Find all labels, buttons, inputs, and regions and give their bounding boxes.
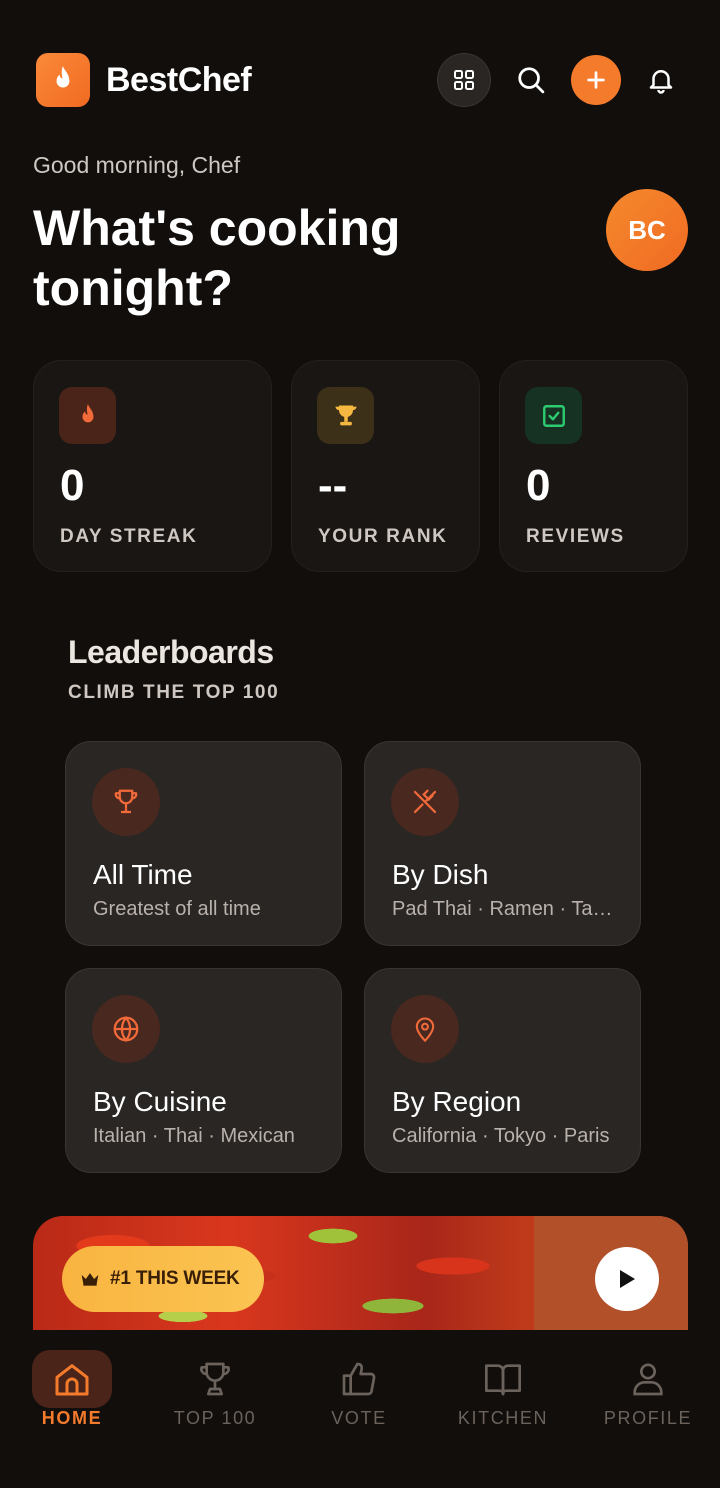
home-icon <box>32 1350 112 1408</box>
nav-label: HOME <box>41 1408 103 1428</box>
stat-label: REVIEWS <box>526 526 625 547</box>
stat-label: YOUR RANK <box>318 526 448 547</box>
notifications-button[interactable] <box>634 53 688 107</box>
play-icon <box>620 1270 635 1288</box>
section-subtitle: CLIMB THE TOP 100 <box>68 682 280 703</box>
stat-card-reviews[interactable]: 0 REVIEWS <box>499 360 688 572</box>
weekly-badge: #1 THIS WEEK <box>62 1246 264 1312</box>
map-pin-icon <box>391 995 459 1063</box>
leaderboard-card-by-cuisine[interactable]: By Cuisine Italian · Thai · Mexican <box>65 968 342 1173</box>
check-square-icon <box>525 387 582 444</box>
flame-icon <box>59 387 116 444</box>
page-title: What's cooking tonight? <box>33 200 401 316</box>
card-subtitle: California · Tokyo · Paris <box>392 1125 610 1147</box>
app-header: BestChef <box>36 53 688 107</box>
nav-label: KITCHEN <box>457 1408 549 1428</box>
card-title: By Cuisine <box>93 1086 227 1117</box>
trophy-icon <box>150 1350 280 1408</box>
nav-label: PROFILE <box>603 1408 693 1428</box>
card-title: By Region <box>392 1086 522 1117</box>
trophy-icon <box>317 387 374 444</box>
card-title: By Dish <box>392 859 489 890</box>
featured-banner[interactable]: #1 THIS WEEK <box>33 1216 688 1330</box>
stat-card-rank[interactable]: -- YOUR RANK <box>291 360 480 572</box>
nav-home[interactable]: HOME <box>7 1350 137 1429</box>
card-subtitle: Italian · Thai · Mexican <box>93 1125 295 1147</box>
card-title: All Time <box>93 859 193 890</box>
stat-card-streak[interactable]: 0 DAY STREAK <box>33 360 272 572</box>
nav-kitchen[interactable]: KITCHEN <box>438 1350 568 1429</box>
stat-value: -- <box>318 461 348 510</box>
app-title: BestChef <box>106 60 252 99</box>
stat-label: DAY STREAK <box>60 526 198 547</box>
thumbs-up-icon <box>294 1350 424 1408</box>
leaderboard-card-all-time[interactable]: All Time Greatest of all time <box>65 741 342 946</box>
stat-value: 0 <box>526 461 551 510</box>
bell-icon <box>649 70 673 94</box>
grid-icon <box>454 70 474 90</box>
badge-label: #1 THIS WEEK <box>110 1268 240 1289</box>
leaderboard-card-by-dish[interactable]: By Dish Pad Thai · Ramen · Tacos <box>364 741 641 946</box>
leaderboard-card-by-region[interactable]: By Region California · Tokyo · Paris <box>364 968 641 1173</box>
utensils-icon <box>391 768 459 836</box>
card-subtitle: Pad Thai · Ramen · Tacos <box>392 898 622 920</box>
globe-icon <box>92 995 160 1063</box>
section-title: Leaderboards <box>68 634 274 670</box>
search-button[interactable] <box>504 53 558 107</box>
nav-profile[interactable]: PROFILE <box>583 1350 713 1429</box>
bottom-nav: HOME TOP 100 VOTE KITCHEN PROFILE <box>0 1330 720 1488</box>
plus-icon <box>587 71 605 89</box>
trophy-icon <box>92 768 160 836</box>
card-subtitle: Greatest of all time <box>93 898 261 920</box>
nav-top-100[interactable]: TOP 100 <box>150 1350 280 1429</box>
app-logo[interactable] <box>36 53 90 107</box>
nav-label: TOP 100 <box>173 1408 257 1428</box>
book-icon <box>438 1350 568 1408</box>
avatar[interactable]: BC <box>606 189 688 271</box>
user-icon <box>583 1350 713 1408</box>
stat-value: 0 <box>60 461 85 510</box>
nav-label: VOTE <box>331 1408 387 1428</box>
flame-icon <box>56 66 70 88</box>
search-icon <box>518 67 545 94</box>
add-button[interactable] <box>571 55 621 105</box>
greeting-text: Good morning, Chef <box>33 152 241 178</box>
crown-icon <box>81 1273 99 1286</box>
grid-menu-button[interactable] <box>437 53 491 107</box>
play-button[interactable] <box>595 1247 659 1311</box>
nav-vote[interactable]: VOTE <box>294 1350 424 1429</box>
